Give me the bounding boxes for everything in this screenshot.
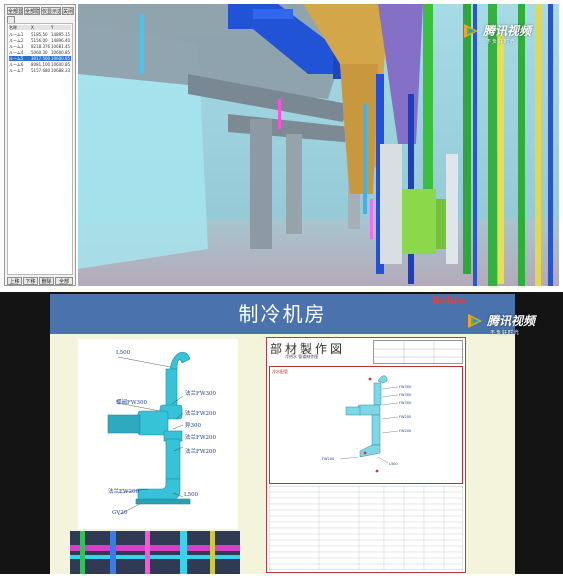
row-name: ルーム3 [9,44,24,49]
tree-row[interactable]: ルーム7 5157.68010688.33 [9,68,71,73]
svg-text:FW200: FW200 [322,457,334,461]
all-button[interactable]: 全部 [55,277,73,285]
row-y: 10600.85 [51,56,71,61]
row-x: 5185.50 [31,32,48,37]
row-y: 10600.85 [51,62,71,67]
row-name: ルーム7 [9,68,24,73]
label-reducer: 异300 [185,423,201,429]
label-bottom-l500: L500 [184,492,199,498]
svg-text:FW200: FW200 [399,415,411,419]
svg-text:L500: L500 [389,462,398,466]
row-y: 14895.15 [51,32,71,37]
sheet-subtitle: 冷热水 管道制作图 [285,354,319,359]
3d-model-viewport[interactable] [78,4,559,286]
row-x: 8218.376 [31,44,51,49]
show-selected-button[interactable]: 仅显示选中 [41,7,61,15]
label-flange-bottom: 法兰FW200 [108,489,139,495]
label-flange-4: 法兰FW200 [185,449,216,455]
parts-table-grid [268,485,464,571]
row-x: 5060.30 [31,50,48,55]
row-y: 10688.33 [51,68,71,73]
row-x: 3017.500 [31,56,51,61]
row-x: 8081.100 [31,62,51,67]
brand-badge: Rebro [432,296,466,307]
pipework-thumbnail [70,531,240,574]
drawing-tag: 冷水配管 [272,369,288,374]
col-y: Y [51,25,54,30]
label-flange-1: 法兰FW300 [185,391,216,397]
svg-text:FW300: FW300 [399,385,411,389]
move-up-button[interactable]: 上移 [7,277,22,285]
hide-all-button[interactable]: 全部隐藏 [24,7,40,15]
element-list-panel: 全部显示 全部隐藏 仅显示选中 关闭 名称 X Y ルーム1 5185.5014895… [4,4,76,286]
tree-row[interactable]: ルーム4 5060.30 10600.85 [9,50,71,55]
tree-row[interactable]: ルーム3 8218.37610681.45 [9,44,71,49]
tencent-video-logo-icon [466,312,484,330]
svg-text:FW200: FW200 [399,429,411,433]
watermark-subtext: 不负好时光 [490,330,521,336]
col-x: X [31,25,34,30]
col-name: 名称 [9,25,17,30]
fabrication-drawing-sheet: 部材製作図 冷热水 管道制作图 冷水配管 FW300 FW300 FW300 F… [266,337,466,573]
label-flange-2: 法兰FW200 [185,411,216,417]
tree-header: 名称 X Y [9,25,71,30]
label-top-l500: L500 [116,350,131,356]
watermark-subtext: 不负好时光 [486,39,517,45]
row-x: 5156.00 [31,38,48,43]
tree-row[interactable]: ルーム6 8081.10010600.85 [9,62,71,67]
pipework-render [70,531,240,574]
row-x: 5157.680 [31,68,51,73]
close-button[interactable]: 关闭 [62,7,74,15]
row-name: ルーム4 [9,50,24,55]
row-y: 10600.85 [51,50,71,55]
drawing-area: 冷水配管 FW300 FW300 FW300 FW200 FW200 FW200… [269,366,463,484]
show-all-button[interactable]: 全部显示 [7,7,23,15]
parts-table [268,485,464,571]
label-valve: 蝶阀FW300 [116,400,147,406]
watermark-text: 腾讯视频 [487,313,536,328]
svg-text:FW300: FW300 [399,401,411,405]
3d-scene [78,4,559,286]
delete-button[interactable]: 删除 [39,277,54,285]
watermark-bottom: 腾讯视频 [466,312,535,330]
tencent-video-logo-icon [462,22,480,40]
tree-row[interactable]: ルーム2 5156.00 14896.40 [9,38,71,43]
row-y: 10681.45 [51,44,71,49]
tree-row[interactable]: ルーム1 5185.50 14895.15 [9,32,71,37]
element-tree[interactable]: 名称 X Y ルーム1 5185.50 14895.15 ルーム2 5156.00 1489… [7,23,73,275]
info-grid [374,341,464,365]
sheet-info-box [373,340,464,365]
row-y: 14896.40 [51,38,71,43]
svg-text:FW300: FW300 [399,393,411,397]
row-name: ルーム1 [9,32,24,37]
row-name: ルーム5 [9,56,24,61]
row-name: ルーム2 [9,38,24,43]
row-name: ルーム6 [9,62,24,67]
label-base: GV20 [112,510,128,516]
isometric-pipe-drawing: FW300 FW300 FW300 FW200 FW200 FW200 L500 [322,375,411,473]
move-down-button[interactable]: 下移 [23,277,38,285]
tree-row-selected[interactable]: ルーム5 3017.50010600.85 [9,56,71,61]
label-flange-3: 法兰FW200 [185,435,216,441]
watermark-text: 腾讯视频 [483,23,532,38]
